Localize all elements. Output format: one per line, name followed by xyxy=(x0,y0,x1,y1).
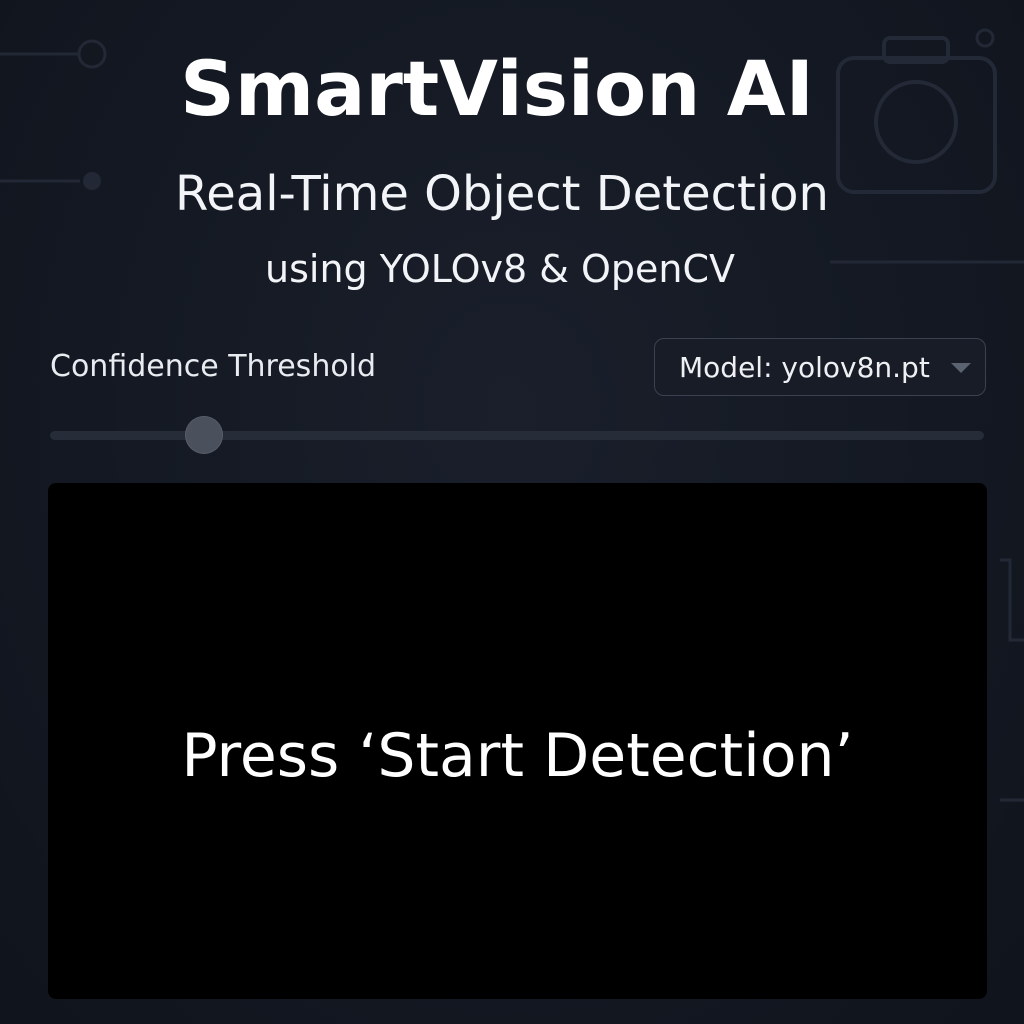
app-subtitle: Real-Time Object Detection xyxy=(175,166,829,222)
app-title: SmartVision AI xyxy=(180,44,814,133)
chevron-down-icon xyxy=(951,363,971,373)
detection-prompt: Press ‘Start Detection’ xyxy=(181,721,854,791)
app-tech-subtitle: using YOLOv8 & OpenCV xyxy=(265,247,735,291)
model-select-value: Model: yolov8n.pt xyxy=(679,350,930,384)
app-page: SmartVision AI Real-Time Object Detectio… xyxy=(0,0,1024,1024)
confidence-slider[interactable] xyxy=(50,414,984,456)
video-display: Press ‘Start Detection’ xyxy=(48,483,987,999)
confidence-threshold-label: Confidence Threshold xyxy=(50,349,377,384)
model-select[interactable]: Model: yolov8n.pt xyxy=(654,338,986,396)
slider-thumb[interactable] xyxy=(185,416,224,454)
